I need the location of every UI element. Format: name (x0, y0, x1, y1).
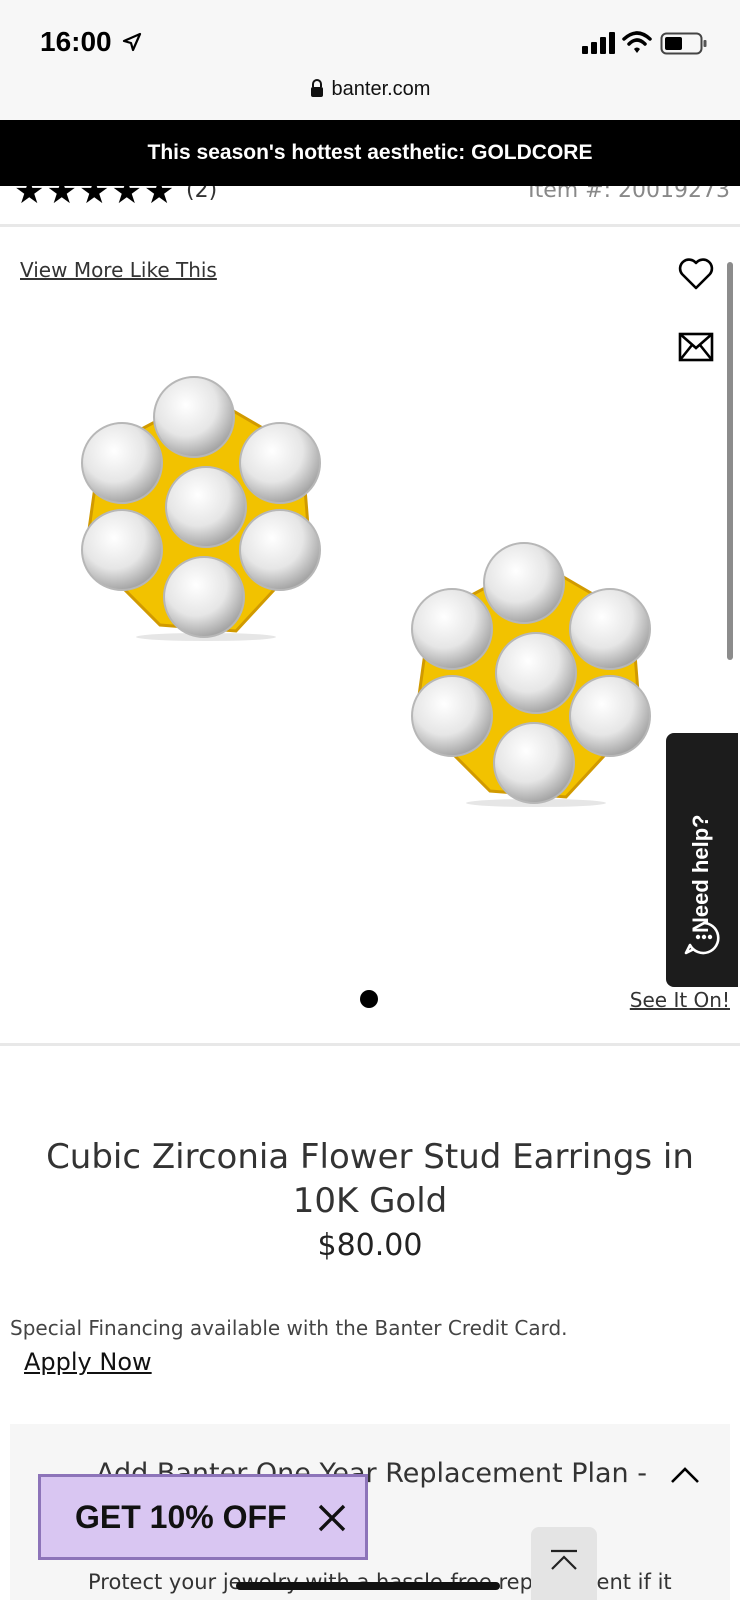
scroll-top-icon (551, 1549, 577, 1570)
need-help-button[interactable]: Need help? (666, 733, 738, 987)
signal-icon (582, 32, 615, 54)
mail-icon[interactable] (678, 332, 714, 362)
product-title: Cubic Zirconia Flower Stud Earrings in 1… (46, 1136, 694, 1221)
apply-now-link[interactable]: Apply Now (24, 1348, 152, 1376)
item-number: Item #: 20019273 (528, 186, 730, 203)
close-icon[interactable] (317, 1503, 347, 1533)
heart-icon[interactable] (678, 258, 714, 290)
view-more-link[interactable]: View More Like This (20, 258, 217, 282)
page-scrollbar[interactable] (727, 262, 733, 660)
rating-row: ★★★★★ (2) Item #: 20019273 (0, 186, 740, 227)
earring-left (81, 376, 321, 641)
financing-text: Special Financing available with the Ban… (10, 1316, 568, 1340)
url-text: banter.com (331, 78, 431, 100)
product-price: $80.00 (317, 1228, 423, 1263)
chat-icon (684, 921, 720, 955)
carousel-dot[interactable] (360, 990, 378, 1008)
chevron-up-icon[interactable] (670, 1466, 700, 1484)
home-indicator (236, 1582, 500, 1590)
address-bar[interactable]: banter.com (0, 78, 740, 101)
need-help-label: Need help? (688, 814, 713, 933)
product-image[interactable] (70, 375, 670, 820)
discount-label: GET 10% OFF (75, 1499, 287, 1535)
location-arrow-icon (122, 32, 142, 52)
status-time: 16:00 (40, 26, 112, 57)
rating-count[interactable]: (2) (186, 186, 217, 203)
discount-popup[interactable]: GET 10% OFF (38, 1474, 368, 1560)
wifi-icon (622, 31, 652, 53)
status-bar: 16:00 banter.com (0, 0, 740, 120)
promo-banner[interactable]: This season's hottest aesthetic: GOLDCOR… (0, 120, 740, 186)
lock-icon (310, 79, 323, 97)
earring-right (411, 542, 651, 807)
rating-stars[interactable]: ★★★★★ (14, 186, 176, 212)
divider (0, 1043, 740, 1046)
battery-icon (660, 32, 707, 55)
see-it-on-link[interactable]: See It On! (630, 988, 730, 1012)
scroll-to-top-button[interactable] (531, 1527, 597, 1600)
